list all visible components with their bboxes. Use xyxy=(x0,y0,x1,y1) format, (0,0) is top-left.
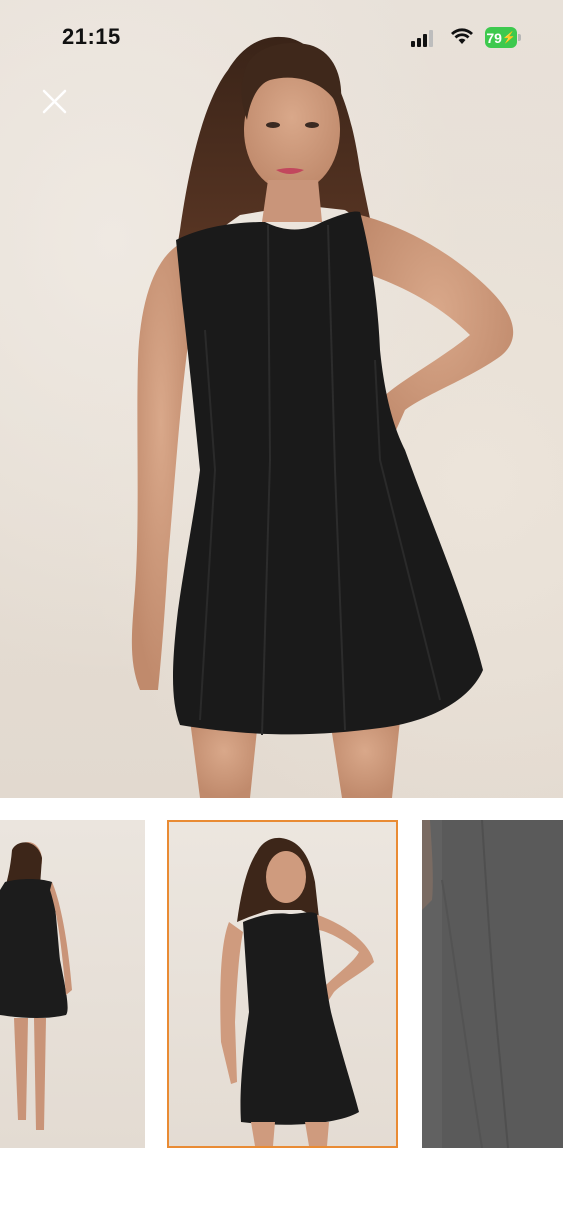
close-button[interactable] xyxy=(38,85,72,119)
close-icon xyxy=(42,89,67,114)
thumbnail-2-photo xyxy=(220,837,374,1146)
thumbnail-strip xyxy=(0,820,563,1150)
status-bar: 21:15 79 ⚡ xyxy=(0,0,563,70)
product-image-main[interactable] xyxy=(0,0,563,798)
battery-level: 79 xyxy=(486,29,502,46)
model-in-black-dress-photo xyxy=(131,36,514,798)
thumbnail-3-photo xyxy=(422,820,563,1148)
thumbnail-3[interactable] xyxy=(422,820,563,1148)
thumbnail-1-photo xyxy=(0,842,72,1130)
thumbnail-2-selected[interactable] xyxy=(167,820,398,1148)
thumbnail-1[interactable] xyxy=(0,820,145,1148)
battery-charging-icon: 79 ⚡ xyxy=(485,27,521,48)
status-time: 21:15 xyxy=(62,24,121,49)
cellular-signal-icon xyxy=(411,29,437,47)
wifi-icon xyxy=(451,28,473,44)
